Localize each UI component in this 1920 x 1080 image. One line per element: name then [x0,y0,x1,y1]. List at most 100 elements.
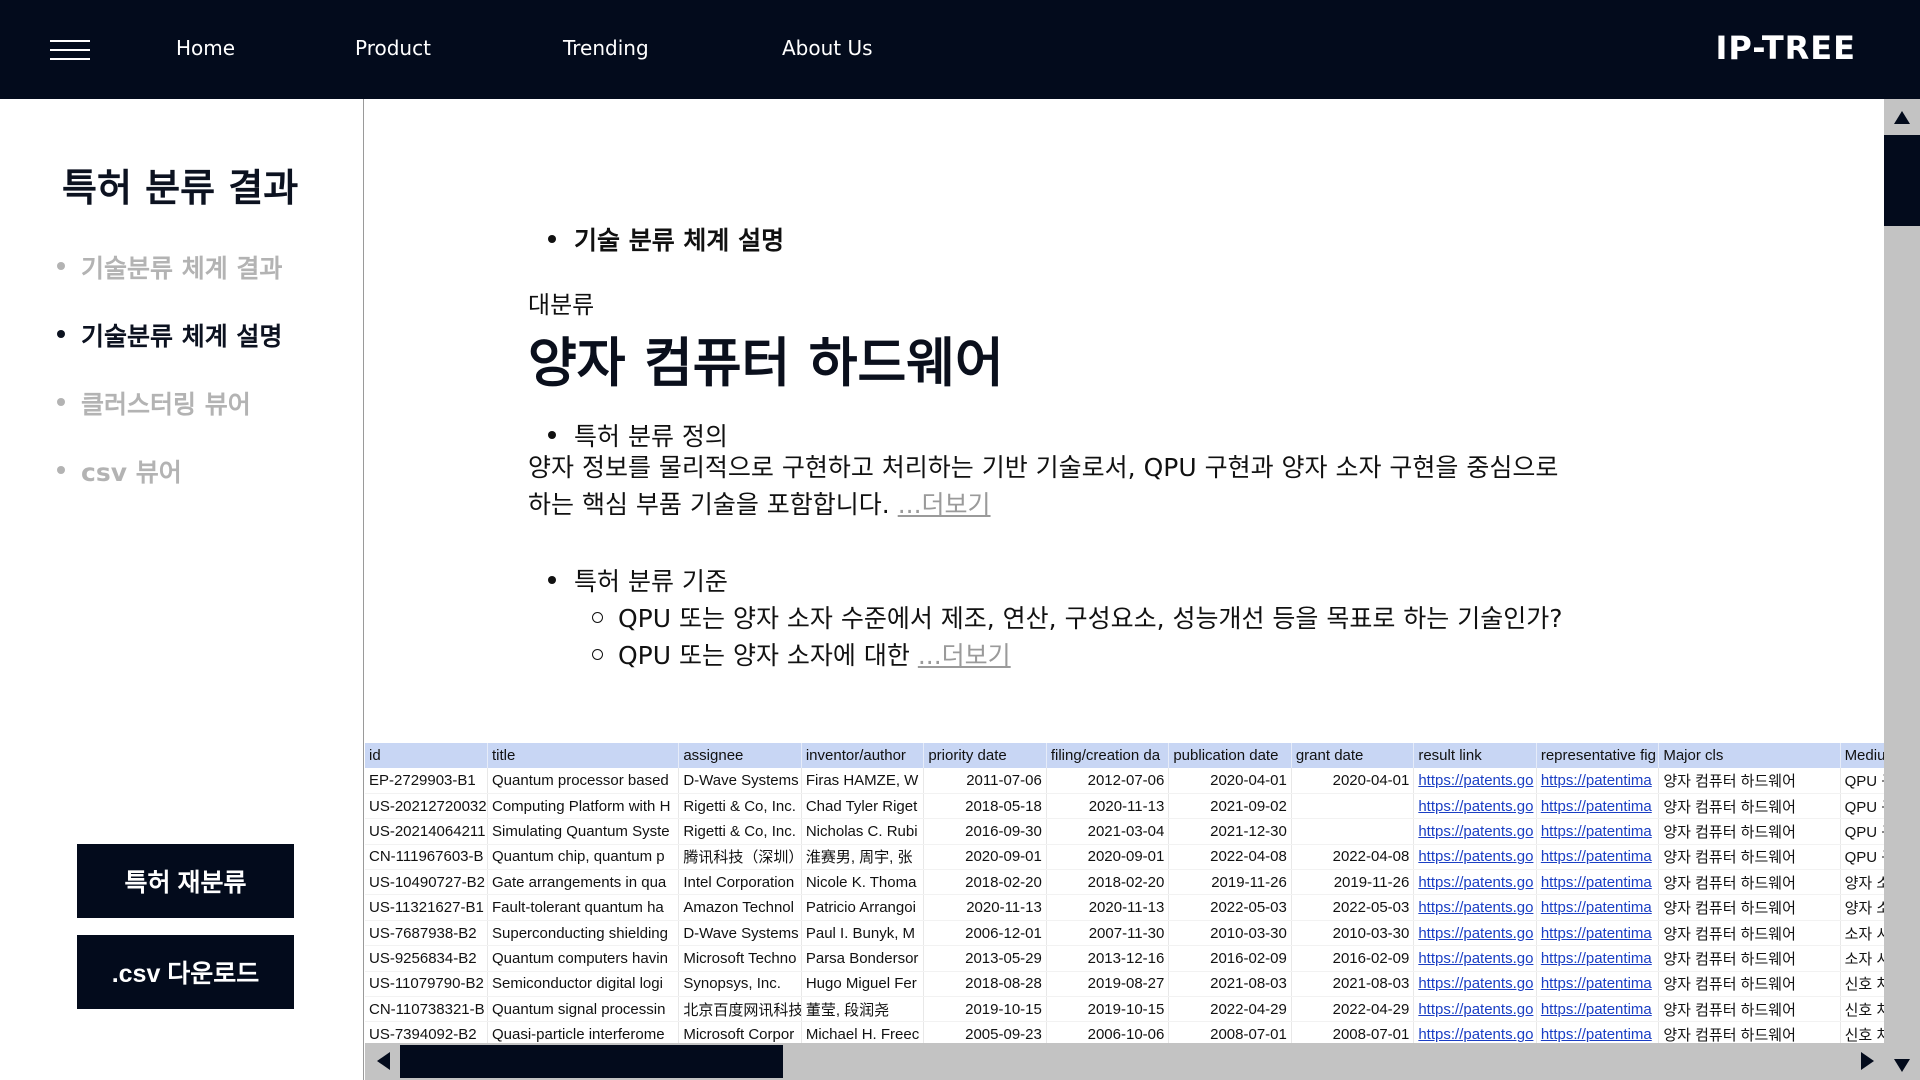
vertical-scroll-thumb[interactable] [1884,135,1920,226]
table-row[interactable]: US-10490727-B2 Gate arrangements in qua In… [365,869,1884,896]
horizontal-scrollbar[interactable] [365,1043,1884,1080]
table-cell [1291,818,1415,845]
table-row[interactable]: EP-2729903-B1 Quantum processor based D-Wa… [365,768,1884,794]
table-cell-link[interactable]: https://patentima [1536,1021,1660,1043]
circle-bullet-icon [592,648,603,660]
table-cell-link[interactable]: https://patentima [1536,793,1660,820]
scroll-left-arrow-icon[interactable] [377,1052,390,1070]
table-cell: 2006-10-06 [1046,1021,1170,1043]
horizontal-scroll-thumb[interactable] [400,1045,783,1078]
table-cell-link[interactable]: https://patents.go [1413,1021,1537,1043]
table-cell-link[interactable]: https://patents.go [1413,920,1537,947]
table-cell-link[interactable]: https://patentima [1536,768,1660,794]
circle-bullet-icon [592,611,603,623]
table-cell-link[interactable]: https://patents.go [1413,844,1537,871]
scroll-right-arrow-icon[interactable] [1861,1052,1874,1070]
table-row[interactable]: US-7687938-B2 Superconducting shielding D-… [365,920,1884,947]
table-cell: 2020-09-01 [923,844,1047,871]
table-cell: 北京百度网讯科技 [678,996,802,1023]
table-cell: Fault-tolerant quantum ha [487,894,680,921]
table-cell: Amazon Technol [678,894,802,921]
scroll-down-arrow-icon[interactable] [1894,1059,1910,1072]
column-header[interactable]: representative fig [1536,743,1660,768]
brand-logo[interactable]: IP-TREE [1715,29,1856,67]
vertical-scrollbar[interactable] [1884,99,1920,1080]
table-cell-link[interactable]: https://patents.go [1413,768,1537,794]
table-cell: Nicholas C. Rubi [801,818,925,845]
column-header[interactable]: priority date [923,743,1047,768]
column-header[interactable]: assignee [678,743,802,768]
table-cell-link[interactable]: https://patents.go [1413,818,1537,845]
scroll-up-arrow-icon[interactable] [1894,111,1910,124]
table-cell: CN-111967603-B [365,844,488,871]
table-cell: Rigetti & Co, Inc. [678,818,802,845]
sidebar: 특허 분류 결과 기술분류 체계 결과 기술분류 체계 설명 클러스터링 뷰어 … [0,99,364,1080]
table-cell: 2016-09-30 [923,818,1047,845]
nav-about-us[interactable]: About Us [782,36,873,60]
table-cell: Patricio Arrangoi [801,894,925,921]
table-cell-link[interactable]: https://patentima [1536,945,1660,972]
sidebar-item-classification-result[interactable]: 기술분류 체계 결과 [55,249,282,317]
column-header[interactable]: Major cls [1658,743,1841,768]
csv-table-viewer[interactable]: id title assignee inventor/author priority d… [365,743,1884,1043]
table-cell: Simulating Quantum Syste [487,818,680,845]
table-cell-link[interactable]: https://patents.go [1413,971,1537,998]
column-header[interactable]: filing/creation da [1046,743,1170,768]
table-cell-link[interactable]: https://patents.go [1413,793,1537,820]
hamburger-menu-icon[interactable] [50,38,90,62]
nav-home[interactable]: Home [176,36,235,60]
table-row[interactable]: US-20212720032 Computing Platform with HR… [365,793,1884,820]
table-cell-link[interactable]: https://patentima [1536,996,1660,1023]
table-cell-link[interactable]: https://patents.go [1413,996,1537,1023]
table-row[interactable]: CN-110738321-B Quantum signal processin 北京… [365,996,1884,1023]
table-cell-link[interactable]: https://patents.go [1413,894,1537,921]
definition-more-link[interactable]: ...더보기 [898,490,991,519]
table-cell: 2021-08-03 [1291,971,1415,998]
column-header[interactable]: result link [1413,743,1537,768]
column-header[interactable]: id [365,743,488,768]
bullet-icon [548,576,556,584]
table-row[interactable]: US-20214064211 Simulating Quantum Syste Ri… [365,818,1884,845]
table-cell: D-Wave Systems [678,920,802,947]
column-header[interactable]: publication date [1168,743,1292,768]
table-cell: Parsa Bondersor [801,945,925,972]
table-cell-link[interactable]: https://patents.go [1413,945,1537,972]
column-header[interactable]: grant date [1291,743,1415,768]
criteria-item: QPU 또는 양자 소자 수준에서 제조, 연산, 구성요소, 성능개선 등을 … [592,599,1563,635]
table-cell-link[interactable]: https://patentima [1536,844,1660,871]
table-cell: 2018-05-18 [923,793,1047,820]
nav-trending[interactable]: Trending [563,36,649,60]
table-cell: 2022-05-03 [1291,894,1415,921]
table-cell-link[interactable]: https://patentima [1536,920,1660,947]
table-cell: 양자 컴퓨터 하드웨어 [1658,945,1841,972]
table-cell-link[interactable]: https://patentima [1536,818,1660,845]
sidebar-item-csv-viewer[interactable]: csv 뷰어 [55,453,282,521]
table-cell: Quantum chip, quantum p [487,844,680,871]
table-row[interactable]: US-9256834-B2 Quantum computers havin Micr… [365,945,1884,972]
table-cell: 양자 컴퓨터 하드웨어 [1658,920,1841,947]
table-cell: 소자 시 [1840,945,1884,972]
column-header[interactable]: inventor/author [801,743,925,768]
column-header[interactable]: Medium [1840,743,1884,768]
table-cell-link[interactable]: https://patentima [1536,869,1660,896]
reclassify-button[interactable]: 특허 재분류 [77,844,294,918]
table-cell: 2006-12-01 [923,920,1047,947]
table-row[interactable]: US-11079790-B2 Semiconductor digital logi… [365,971,1884,998]
nav-product[interactable]: Product [355,36,431,60]
criteria-more-link[interactable]: ...더보기 [918,636,1011,672]
table-cell-link[interactable]: https://patents.go [1413,869,1537,896]
table-cell: Quantum signal processin [487,996,680,1023]
table-row[interactable]: CN-111967603-B Quantum chip, quantum p 腾讯科… [365,844,1884,871]
table-row[interactable]: US-7394092-B2 Quasi-particle interferome M… [365,1021,1884,1043]
table-cell-link[interactable]: https://patentima [1536,894,1660,921]
table-row[interactable]: US-11321627-B1 Fault-tolerant quantum ha A… [365,894,1884,921]
table-cell: Quantum computers havin [487,945,680,972]
sidebar-item-classification-description[interactable]: 기술분류 체계 설명 [55,317,282,385]
sidebar-menu: 기술분류 체계 결과 기술분류 체계 설명 클러스터링 뷰어 csv 뷰어 [55,249,282,521]
sidebar-item-clustering-viewer[interactable]: 클러스터링 뷰어 [55,385,282,453]
column-header[interactable]: title [487,743,680,768]
csv-download-button[interactable]: .csv 다운로드 [77,935,294,1009]
table-cell: 신호 처 [1840,996,1884,1023]
table-cell-link[interactable]: https://patentima [1536,971,1660,998]
table-cell: Hugo Miguel Fer [801,971,925,998]
